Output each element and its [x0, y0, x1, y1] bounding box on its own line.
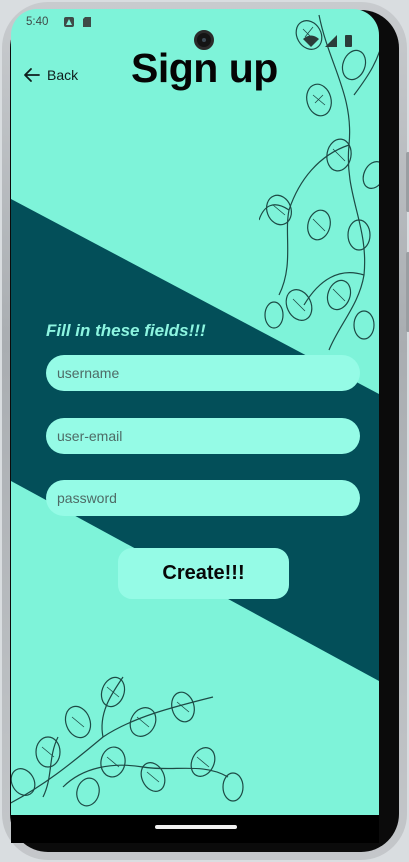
status-bar: 5:40 — [11, 9, 379, 35]
navigation-bar — [11, 815, 379, 843]
create-button[interactable]: Create!!! — [118, 548, 289, 599]
battery-icon — [345, 35, 352, 47]
form-instruction: Fill in these fields!!! — [46, 321, 206, 340]
system-status-icons — [303, 35, 352, 47]
username-input[interactable] — [46, 355, 360, 391]
app-screen: 5:40 Back Sign up Fill in these fields!!… — [11, 9, 379, 815]
back-button[interactable]: Back — [23, 65, 78, 85]
notification-icon — [64, 17, 74, 27]
back-label: Back — [47, 67, 79, 83]
status-time: 5:40 — [26, 16, 49, 28]
signal-icon — [325, 35, 337, 47]
password-input[interactable] — [46, 480, 360, 516]
page-title: Sign up — [131, 45, 278, 91]
back-arrow-icon — [24, 68, 40, 82]
home-gesture-handle[interactable] — [155, 825, 237, 829]
botanical-decoration-bottom — [11, 676, 244, 807]
email-input[interactable] — [46, 418, 360, 454]
sd-card-icon — [83, 17, 91, 27]
wifi-icon — [303, 35, 319, 47]
